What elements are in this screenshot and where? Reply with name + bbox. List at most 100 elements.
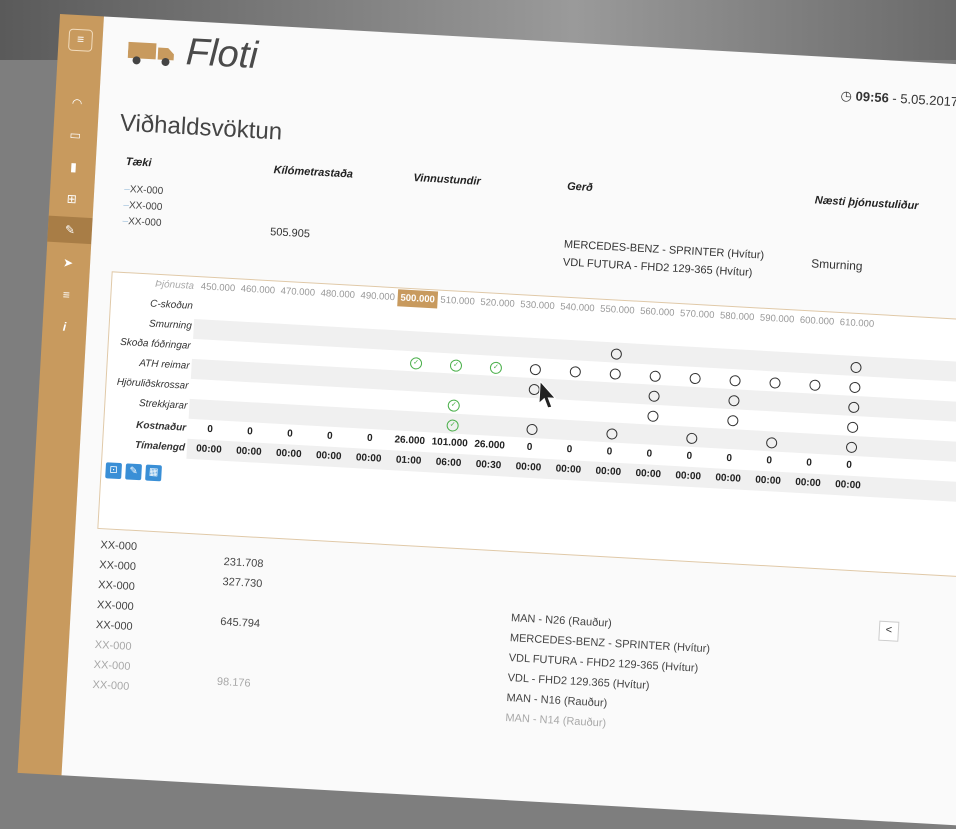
list-type: VDL FUTURA - FHD2 129-365 (Hvítur) xyxy=(508,652,699,675)
cost-cell: 0 xyxy=(286,428,293,440)
circle-icon[interactable] xyxy=(569,366,582,378)
car-icon[interactable]: ⊡ xyxy=(105,462,123,480)
circle-icon[interactable] xyxy=(529,363,542,376)
time-cell: 01:00 xyxy=(395,454,422,467)
circle-icon[interactable] xyxy=(729,374,741,387)
main-panel: Floti ◷ 09:56 - 5.05.2017 Viðhaldsvöktun… xyxy=(61,16,956,829)
mouse-cursor-icon xyxy=(538,380,557,409)
list-plate[interactable]: XX-000 xyxy=(97,599,134,613)
check-icon[interactable]: ✓ xyxy=(409,357,423,370)
time-cell: 00:00 xyxy=(834,479,861,492)
time-cell: 00:00 xyxy=(675,470,702,483)
circle-icon[interactable] xyxy=(649,370,662,383)
column-header[interactable]: 610.000 xyxy=(837,317,878,330)
list-plate[interactable]: XX-000 xyxy=(95,639,132,653)
list-plate[interactable]: XX-000 xyxy=(96,619,133,633)
time-cell: 00:00 xyxy=(275,447,302,461)
time-cell: 00:00 xyxy=(555,463,582,476)
column-header[interactable]: 580.000 xyxy=(717,310,758,323)
circle-icon[interactable] xyxy=(769,377,781,389)
cost-cell: 0 xyxy=(246,426,254,438)
list-km: 327.730 xyxy=(222,575,263,591)
map-icon[interactable]: ⊞ xyxy=(61,190,82,207)
time-cell: 00:00 xyxy=(515,461,542,474)
cost-cell: 0 xyxy=(206,423,214,436)
column-header[interactable]: 570.000 xyxy=(677,308,718,321)
cost-cell: 0 xyxy=(845,459,853,471)
column-header[interactable]: 530.000 xyxy=(517,299,558,312)
column-header[interactable]: 560.000 xyxy=(637,306,678,319)
cost-cell: 0 xyxy=(766,455,773,467)
header-hours: Vinnustundir xyxy=(413,171,482,188)
circle-icon[interactable] xyxy=(846,421,859,434)
time-cell: 00:30 xyxy=(475,458,502,472)
wrench-icon[interactable]: ✎ xyxy=(47,215,93,245)
cost-label: Kostnaður xyxy=(135,419,187,434)
time-cell: 00:00 xyxy=(355,452,382,465)
list-km: 98.176 xyxy=(216,675,251,690)
dashboard-icon[interactable]: ◠ xyxy=(67,95,88,112)
list-plate[interactable]: XX-000 xyxy=(92,679,129,693)
wrench-tool-icon[interactable]: ✎ xyxy=(125,463,142,481)
list-plate[interactable]: XX-000 xyxy=(93,659,130,673)
list-km: 231.708 xyxy=(223,555,264,571)
check-icon[interactable]: ✓ xyxy=(449,359,463,372)
list-plate[interactable]: XX-000 xyxy=(99,559,136,573)
calendar-tool-icon[interactable]: ▦ xyxy=(145,464,162,482)
list-type: MERCEDES-BENZ - SPRINTER (Hvítur) xyxy=(509,632,711,656)
cost-cell: 101.000 xyxy=(431,436,469,450)
time-cell: 00:00 xyxy=(635,467,662,481)
list-km: 645.794 xyxy=(219,615,261,631)
plate[interactable]: XX-000 xyxy=(124,184,164,197)
info-icon[interactable]: i xyxy=(54,318,75,335)
page-title: Viðhaldsvöktun xyxy=(119,109,283,146)
circle-icon[interactable] xyxy=(647,410,659,423)
column-header[interactable]: 480.000 xyxy=(318,288,359,301)
check-icon[interactable]: ✓ xyxy=(447,399,461,412)
column-header[interactable]: 470.000 xyxy=(278,286,319,299)
cost-cell: 26.000 xyxy=(474,438,506,452)
prev-page-button[interactable]: < xyxy=(878,620,900,642)
column-header[interactable]: 550.000 xyxy=(597,303,638,317)
plate[interactable]: XX-000 xyxy=(122,216,162,229)
next-service: Smurning xyxy=(810,256,863,274)
header-next: Næsti þjónustuliður xyxy=(814,194,919,213)
list-plate[interactable]: XX-000 xyxy=(100,539,137,553)
clock-icon: ◷ xyxy=(840,87,857,104)
column-header[interactable]: 600.000 xyxy=(797,315,838,328)
circle-icon[interactable] xyxy=(849,381,861,394)
circle-icon[interactable] xyxy=(727,414,739,427)
document-icon[interactable]: ▮ xyxy=(63,158,84,175)
plate[interactable]: XX-000 xyxy=(123,200,163,213)
circle-icon[interactable] xyxy=(689,372,701,385)
cost-cell: 0 xyxy=(326,430,333,442)
list-type: VDL - FHD2 129.365 (Hvítur) xyxy=(507,672,650,692)
column-header[interactable]: 490.000 xyxy=(357,290,398,303)
column-header-active[interactable]: 500.000 xyxy=(397,289,439,309)
calendar-icon[interactable]: ▭ xyxy=(65,126,86,143)
list-type: MAN - N14 (Rauður) xyxy=(505,711,607,730)
check-icon[interactable]: ✓ xyxy=(489,361,503,375)
row-label: Hjöruliðskrossar xyxy=(116,376,189,392)
column-header[interactable]: 520.000 xyxy=(477,297,518,310)
time-cell: 00:00 xyxy=(794,476,822,490)
time-label: Tímalengd xyxy=(134,439,186,454)
time-cell: 00:00 xyxy=(235,445,262,458)
list-icon[interactable]: ≡ xyxy=(56,286,77,303)
row-label: ATH reimar xyxy=(138,357,190,372)
column-header[interactable]: 540.000 xyxy=(557,301,598,314)
column-header[interactable]: 450.000 xyxy=(198,281,239,294)
cost-cell: 0 xyxy=(566,443,573,456)
type-value: VDL FUTURA - FHD2 129-365 (Hvítur) xyxy=(562,256,753,280)
circle-icon[interactable] xyxy=(609,368,622,380)
column-header[interactable]: 460.000 xyxy=(238,283,279,297)
circle-icon[interactable] xyxy=(809,379,821,392)
column-header[interactable]: 510.000 xyxy=(437,295,478,308)
menu-icon[interactable]: ≡ xyxy=(67,28,94,52)
send-icon[interactable]: ➤ xyxy=(58,254,79,271)
column-header[interactable]: 590.000 xyxy=(757,312,798,326)
time-cell: 00:00 xyxy=(195,443,222,456)
list-plate[interactable]: XX-000 xyxy=(98,579,135,593)
clock-time: 09:56 xyxy=(855,88,890,106)
cost-cell: 0 xyxy=(526,441,533,454)
